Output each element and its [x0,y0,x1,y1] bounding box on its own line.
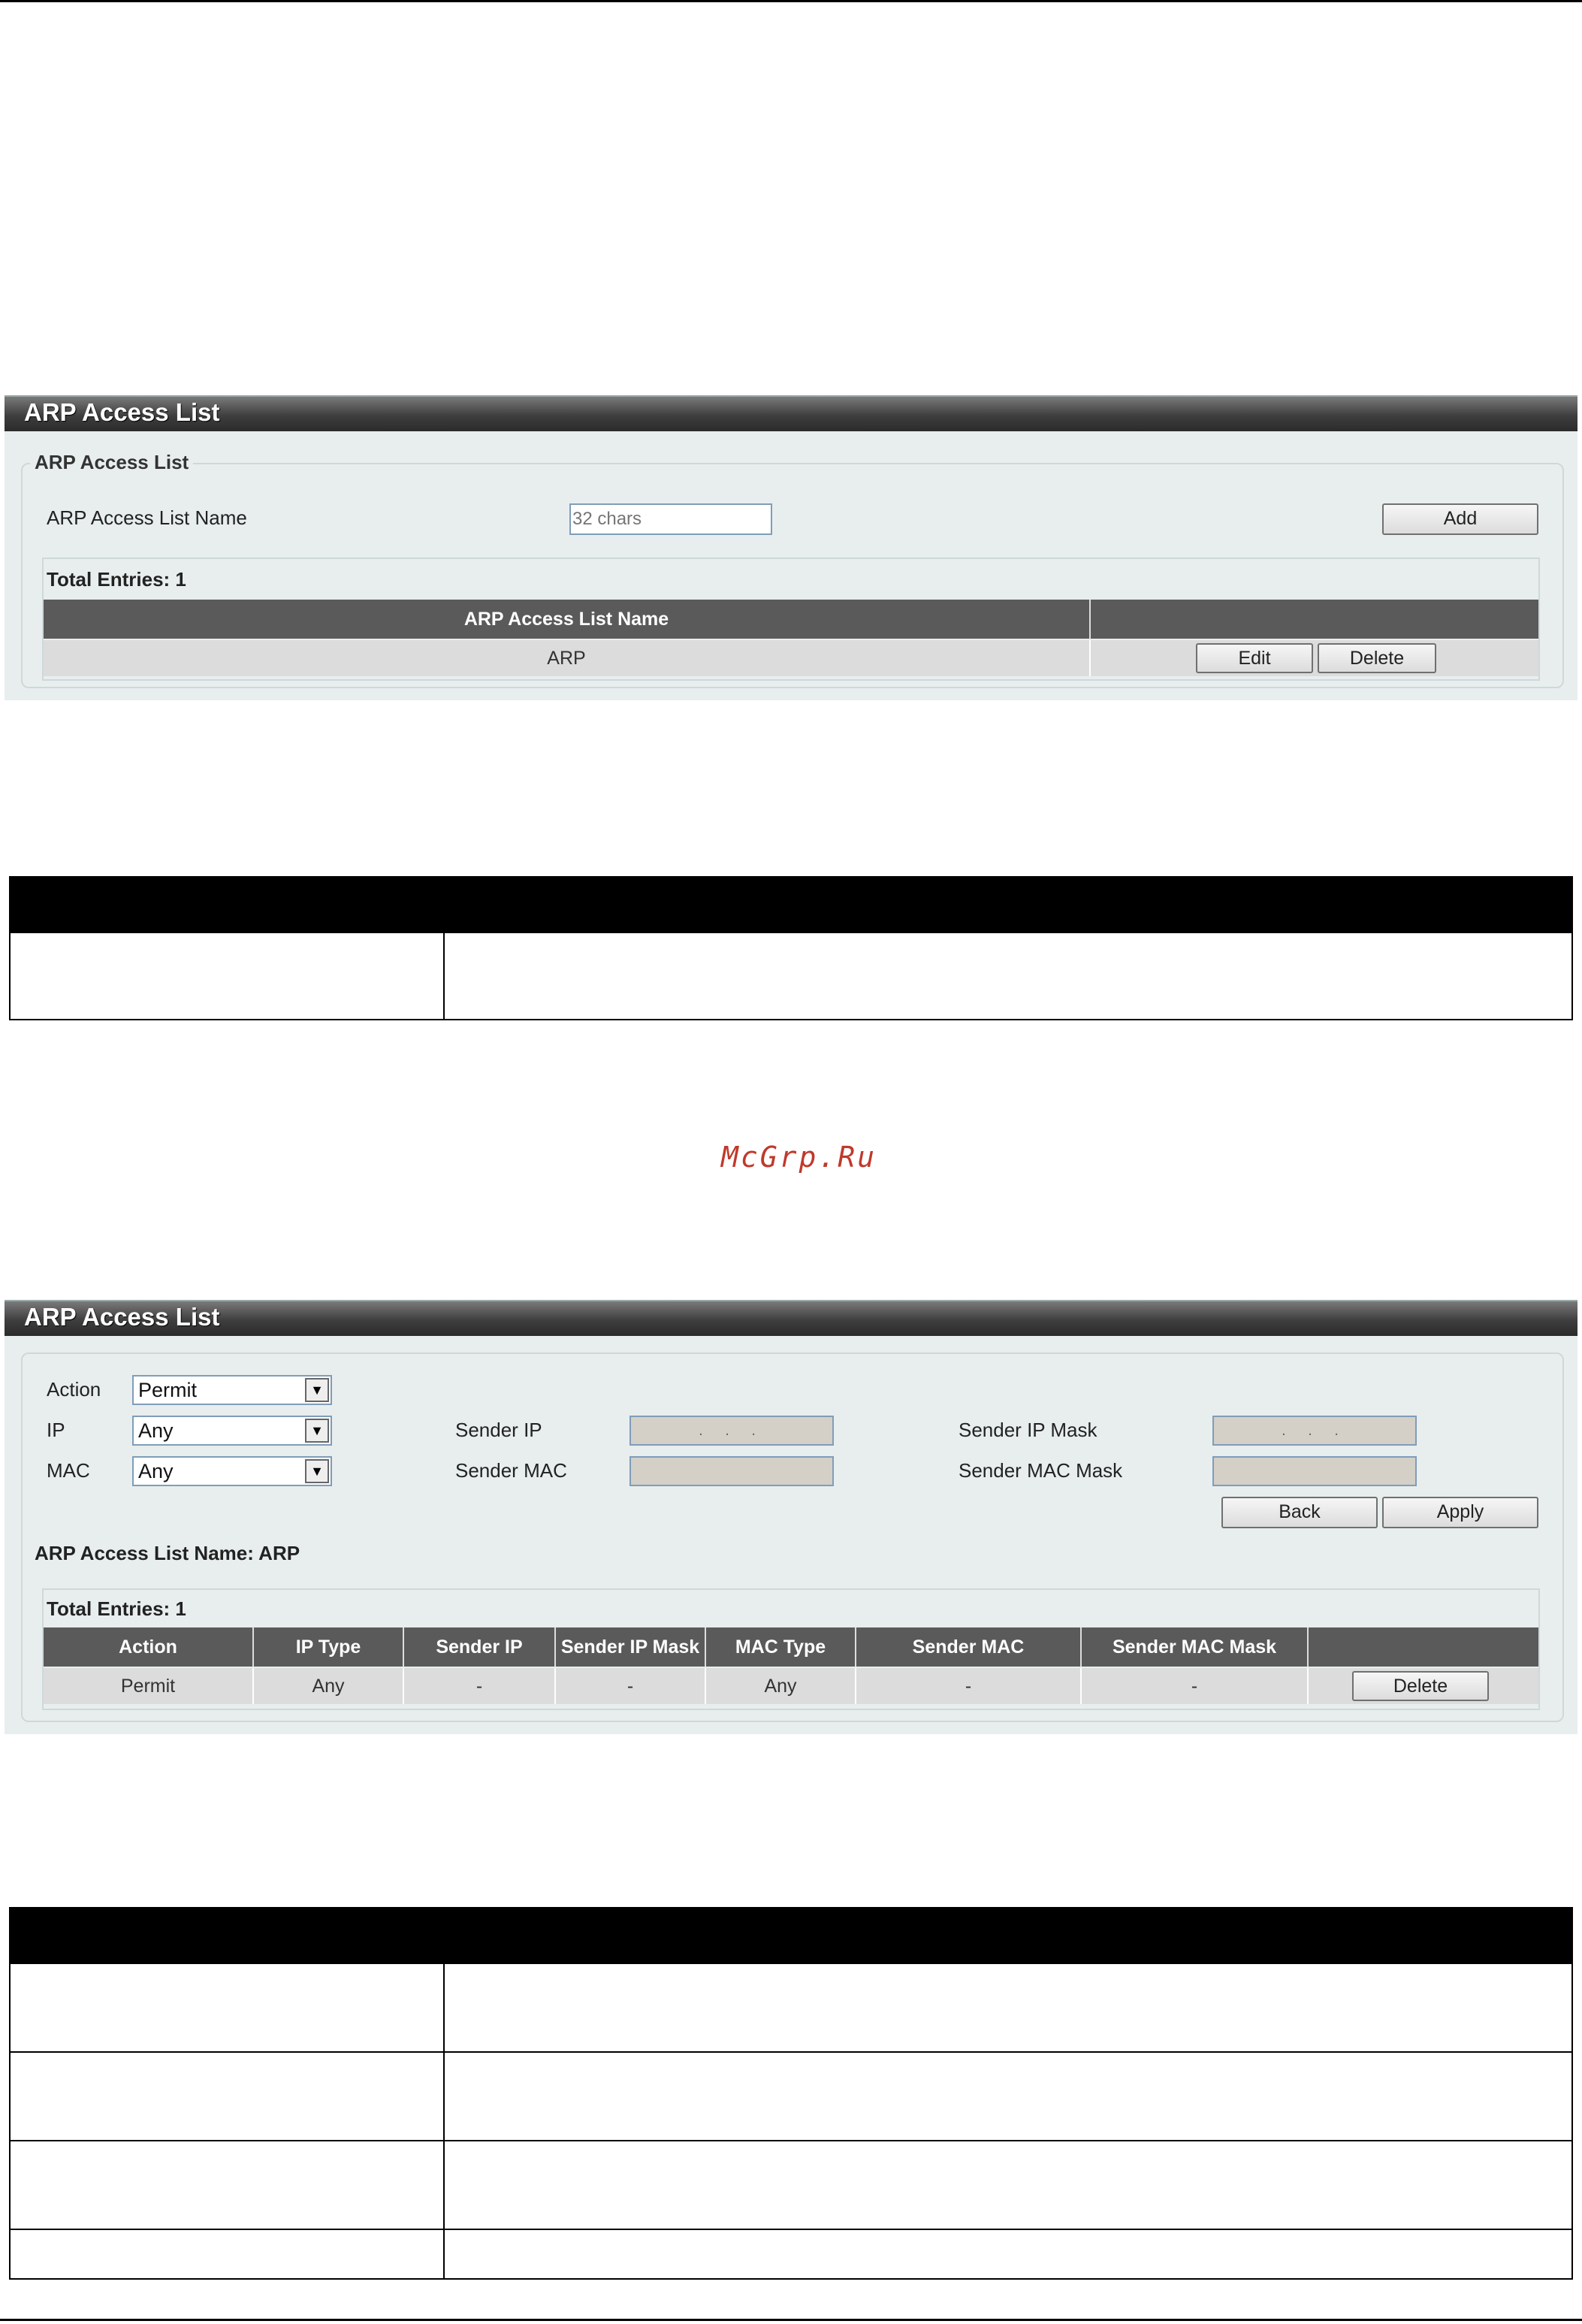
total-entries: Total Entries: 1 [47,1597,186,1620]
cell-action: Permit [44,1668,254,1704]
column-header-action: Action [44,1627,254,1667]
watermark: McGrp.Ru [721,1141,877,1174]
action-select-value: Permit [138,1379,198,1401]
sender-ip-label: Sender IP [455,1419,542,1441]
ip-select-value: Any [138,1419,174,1442]
sender-mac-input[interactable] [629,1456,834,1486]
chevron-down-icon[interactable]: ▼ [305,1378,329,1402]
sender-ip-mask-input[interactable]: . . . [1212,1416,1417,1446]
column-header-actions [1091,600,1538,639]
sender-ip-input[interactable]: . . . [629,1416,834,1446]
cell-ip-type: Any [254,1668,404,1704]
column-header-sender-mac-mask: Sender MAC Mask [1082,1627,1309,1667]
column-header-sender-ip: Sender IP [404,1627,556,1667]
cell-actions [1091,640,1538,676]
table-header: ARP Access List Name [44,600,1538,639]
sender-mac-mask-label: Sender MAC Mask [959,1459,1123,1482]
edit-button[interactable]: Edit [1196,643,1313,673]
table-row: ARP [44,640,1538,676]
parameter-table-row [11,1963,1571,2051]
cell-sender-ip: - [404,1668,556,1704]
chevron-down-icon[interactable]: ▼ [305,1419,329,1443]
parameter-table-row [11,2051,1571,2140]
panel-title-bar: ARP Access List [5,395,1577,431]
bottom-rule [0,2319,1582,2321]
column-header-sender-mac: Sender MAC [856,1627,1082,1667]
action-label: Action [47,1378,101,1401]
ip-label: IP [47,1419,65,1441]
panel-title: ARP Access List [24,1303,220,1331]
fieldset-legend: ARP Access List [30,451,194,474]
column-header-ip-type: IP Type [254,1627,404,1667]
mac-label: MAC [47,1459,90,1482]
sender-ip-mask-label: Sender IP Mask [959,1419,1097,1441]
column-divider [443,932,445,1020]
cell-sender-mac: - [856,1668,1082,1704]
sender-mac-label: Sender MAC [455,1459,567,1482]
arp-access-list-rule-panel: ARP Access List Action Permit ▼ IP Any ▼… [5,1300,1577,1734]
top-rule [0,0,1582,2]
panel-title: ARP Access List [24,398,220,426]
cell-mac-type: Any [706,1668,856,1704]
back-button[interactable]: Back [1221,1497,1378,1528]
column-header-mac-type: MAC Type [706,1627,856,1667]
parameter-table-1 [9,876,1573,1020]
access-list-name-caption: ARP Access List Name: ARP [35,1542,300,1564]
arp-access-list-name-label: ARP Access List Name [47,506,247,529]
panel-title-bar: ARP Access List [5,1300,1577,1336]
delete-button[interactable]: Delete [1318,643,1436,673]
rules-table-header: Action IP Type Sender IP Sender IP Mask … [44,1627,1538,1667]
column-header-name: ARP Access List Name [44,600,1091,639]
parameter-table-header [11,1908,1571,1963]
mac-select-value: Any [138,1460,174,1482]
sender-mac-mask-input[interactable] [1212,1456,1417,1486]
apply-button[interactable]: Apply [1382,1497,1538,1528]
cell-sender-ip-mask: - [556,1668,706,1704]
cell-sender-mac-mask: - [1082,1668,1309,1704]
action-select[interactable]: Permit ▼ [132,1375,332,1405]
table-row: Permit Any - - Any - - [44,1668,1538,1704]
cell-list-name: ARP [44,640,1091,676]
column-divider [443,1963,445,2280]
chevron-down-icon[interactable]: ▼ [305,1459,329,1483]
add-button[interactable]: Add [1382,503,1538,535]
column-header-sender-ip-mask: Sender IP Mask [556,1627,706,1667]
mac-select[interactable]: Any ▼ [132,1456,332,1486]
parameter-table-row [11,2140,1571,2229]
arp-access-list-name-input[interactable] [569,503,772,535]
total-entries: Total Entries: 1 [47,568,186,591]
ip-select[interactable]: Any ▼ [132,1416,332,1446]
arp-access-list-panel: ARP Access List ARP Access List ARP Acce… [5,395,1577,700]
parameter-table-2 [9,1907,1573,2280]
parameter-table-row [11,2229,1571,2280]
parameter-table-row [11,932,1571,1020]
parameter-table-header [11,878,1571,932]
delete-button[interactable]: Delete [1352,1671,1489,1701]
column-header-actions [1309,1627,1538,1667]
